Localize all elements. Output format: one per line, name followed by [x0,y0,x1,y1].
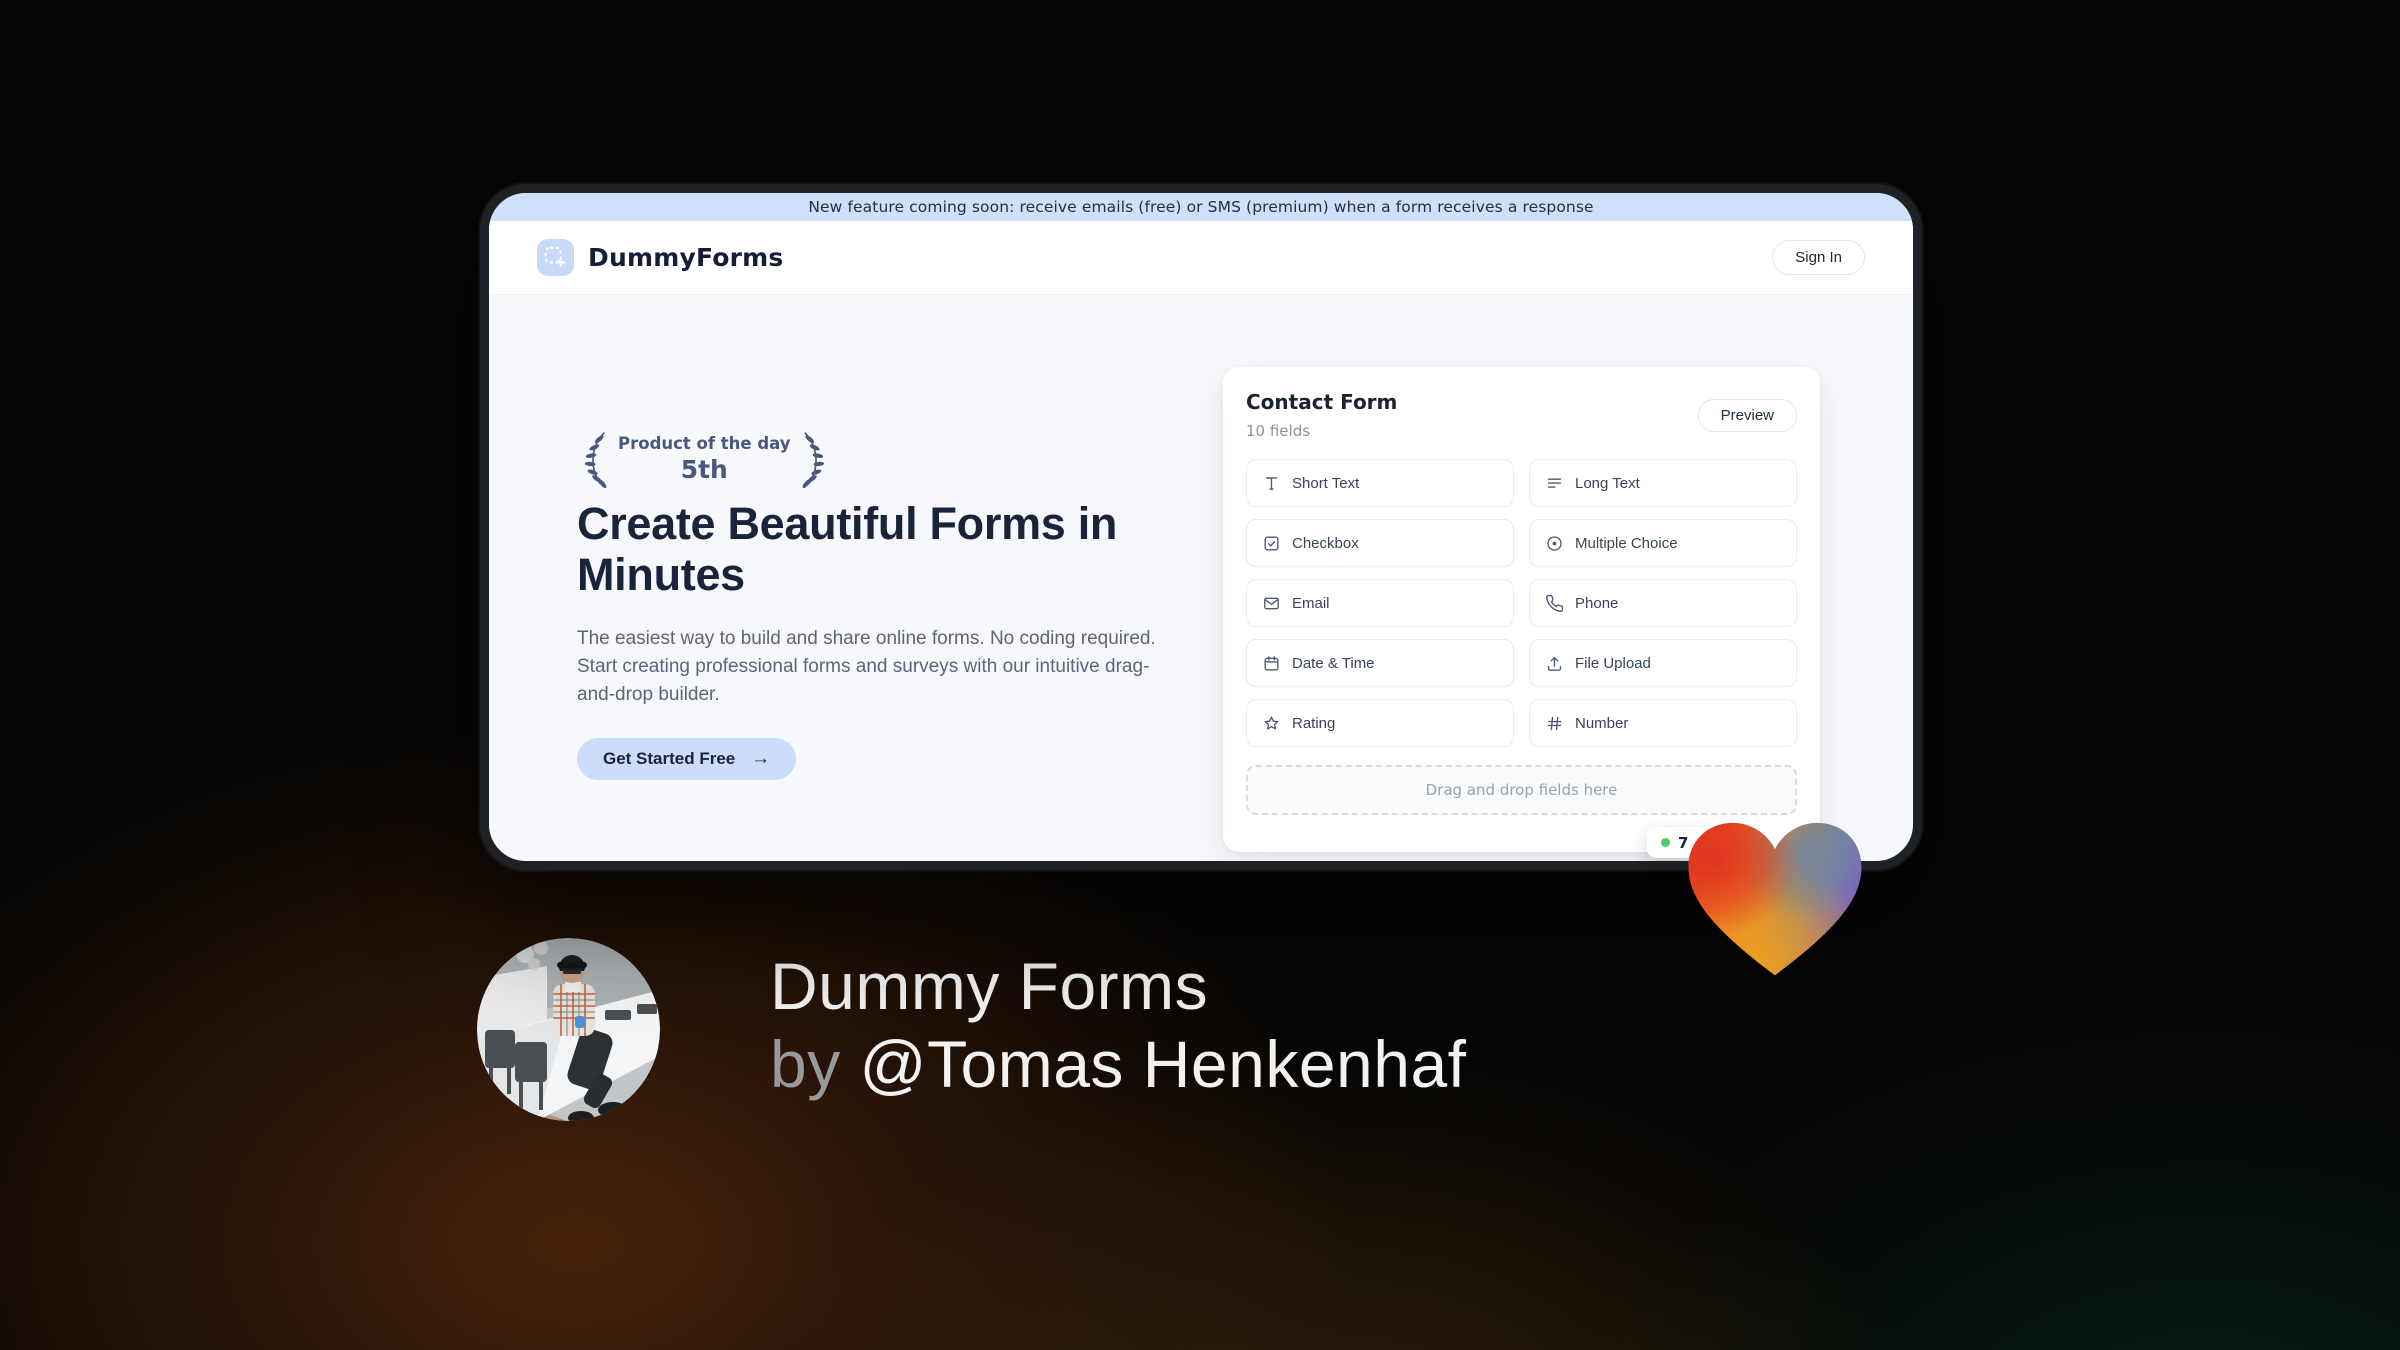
get-started-button[interactable]: Get Started Free → [577,738,797,780]
long-text-icon [1545,474,1564,493]
green-dot-icon [1661,838,1670,847]
badge-rank: 5th [680,455,728,484]
caption-author-handle: @Tomas Henkenhaf [859,1026,1467,1101]
caption-by-label: by [770,1026,860,1101]
promo-canvas: New feature coming soon: receive emails … [0,0,2400,1350]
author-photo [477,938,660,1121]
field-type-button[interactable]: Number [1529,699,1797,747]
browser-window: New feature coming soon: receive emails … [480,184,1922,870]
hash-icon [1545,714,1564,733]
field-type-button[interactable]: File Upload [1529,639,1797,687]
site-header: DummyForms Sign In [489,221,1913,295]
calendar-icon [1262,654,1281,673]
dummyforms-logo-icon [537,239,574,276]
field-type-button[interactable]: Date & Time [1246,639,1514,687]
sign-in-button[interactable]: Sign In [1772,240,1865,275]
laurel-right-icon [802,432,824,489]
caption: Dummy Forms by @Tomas Henkenhaf [770,948,1467,1104]
checkbox-icon [1262,534,1281,553]
announcement-text: New feature coming soon: receive emails … [808,198,1594,216]
drag-drop-zone[interactable]: Drag and drop fields here [1246,765,1797,815]
star-icon [1262,714,1281,733]
field-type-button[interactable]: Phone [1529,579,1797,627]
form-title: Contact Form [1246,390,1398,414]
field-type-grid: Short Text Long Text Checkbox Multiple C… [1246,459,1797,747]
hero-description: The easiest way to build and share onlin… [577,628,1156,705]
field-type-button[interactable]: Email [1246,579,1514,627]
hero-heading: Create Beautiful Forms in Minutes [577,498,1118,601]
field-type-button[interactable]: Rating [1246,699,1514,747]
form-field-count: 10 fields [1246,422,1311,440]
field-type-button[interactable]: Checkbox [1246,519,1514,567]
field-type-button[interactable]: Long Text [1529,459,1797,507]
short-text-icon [1262,474,1281,493]
announcement-banner: New feature coming soon: receive emails … [489,193,1913,221]
radio-icon [1545,534,1564,553]
form-builder-card: Contact Form 10 fields Preview Short Tex… [1223,367,1820,852]
phone-icon [1545,594,1564,613]
field-type-button[interactable]: Multiple Choice [1529,519,1797,567]
arrow-right-icon: → [751,748,771,769]
field-type-button[interactable]: Short Text [1246,459,1514,507]
brand-name: DummyForms [588,243,784,272]
caption-product-name: Dummy Forms [770,949,1209,1023]
badge-title: Product of the day [618,434,791,453]
preview-button[interactable]: Preview [1697,399,1797,432]
email-icon [1262,594,1281,613]
laurel-left-icon [584,432,607,489]
product-of-the-day-badge: Product of the day 5th [577,429,832,489]
gradient-heart-icon [1688,822,1862,976]
upload-icon [1545,654,1564,673]
page-body: Product of the day 5th Create Beautiful … [489,295,1913,861]
